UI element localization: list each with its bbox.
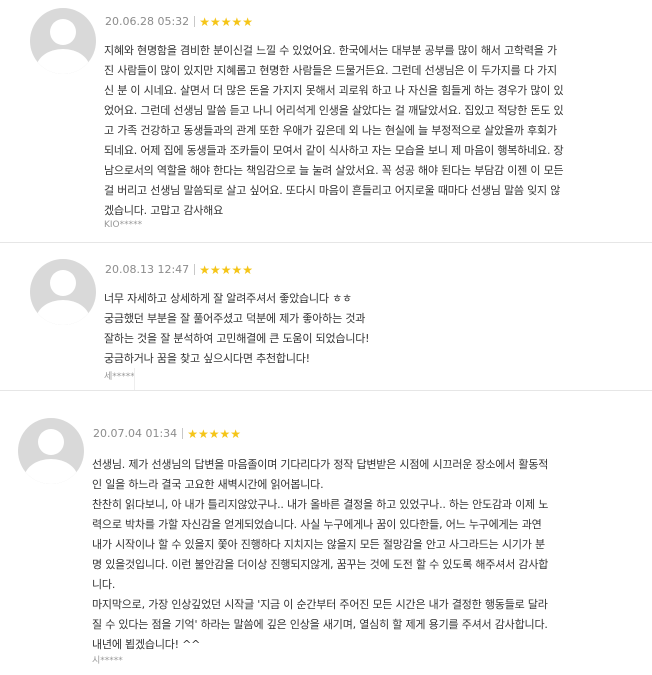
column-line: [134, 368, 135, 390]
star-icon: ★: [197, 426, 209, 441]
star-icon: ★: [208, 426, 220, 441]
star-icon: ★: [187, 426, 198, 441]
star-icon: ★: [242, 14, 254, 29]
user-avatar-icon: [18, 418, 84, 484]
review-item: 20.08.13 12:47 ★ ★ ★ ★ ★ 너무 자세하고 상세하게 잘 알려주셔…: [0, 243, 652, 388]
star-rating: ★ ★ ★ ★ ★: [187, 428, 241, 440]
review-date: 20.06.28 05:32: [105, 15, 190, 28]
user-avatar-icon: [30, 259, 96, 325]
star-icon: ★: [231, 14, 243, 29]
review-text: 선생님. 제가 선생님의 답변을 마음졸이며 기다리다가 정작 답변받은 시점에…: [92, 458, 549, 651]
review-text: 지혜와 현명함을 겸비한 분이신걸 느낄 수 있었어요. 한국에서는 대부분 공…: [104, 44, 564, 217]
star-icon: ★: [231, 262, 243, 277]
review-author: KIO*****: [104, 220, 143, 230]
meta-separator: [194, 264, 196, 275]
star-icon: ★: [242, 262, 254, 277]
star-icon: ★: [199, 262, 210, 277]
star-icon: ★: [199, 14, 210, 29]
review-text: 너무 자세하고 상세하게 잘 알려주셔서 좋았습니다 ㅎㅎ 궁금했던 부분을 잘…: [104, 292, 370, 365]
star-icon: ★: [209, 14, 221, 29]
user-avatar-icon: [30, 8, 96, 74]
star-rating: ★ ★ ★ ★ ★: [199, 16, 253, 28]
star-icon: ★: [230, 426, 242, 441]
meta-separator: [182, 428, 184, 439]
review-item: 20.07.04 01:34 ★ ★ ★ ★ ★ 선생님. 제가 선생님의 답변을 마음…: [0, 406, 652, 675]
star-icon: ★: [220, 14, 232, 29]
review-author: 세*****: [104, 372, 135, 382]
review-meta: 20.06.28 05:32 ★ ★ ★ ★ ★: [105, 15, 253, 28]
review-date: 20.07.04 01:34: [93, 427, 178, 440]
review-meta: 20.08.13 12:47 ★ ★ ★ ★ ★: [105, 263, 253, 276]
star-rating: ★ ★ ★ ★ ★: [199, 264, 253, 276]
star-icon: ★: [219, 426, 231, 441]
star-icon: ★: [220, 262, 232, 277]
review-item: 20.06.28 05:32 ★ ★ ★ ★ ★ 지혜와 현명함을 겸비한 분이신걸 느…: [0, 0, 652, 242]
review-meta: 20.07.04 01:34 ★ ★ ★ ★ ★: [93, 427, 241, 440]
review-date: 20.08.13 12:47: [105, 263, 190, 276]
review-author: 시*****: [92, 656, 123, 666]
review-divider: [0, 390, 652, 391]
star-icon: ★: [209, 262, 221, 277]
meta-separator: [194, 16, 196, 27]
